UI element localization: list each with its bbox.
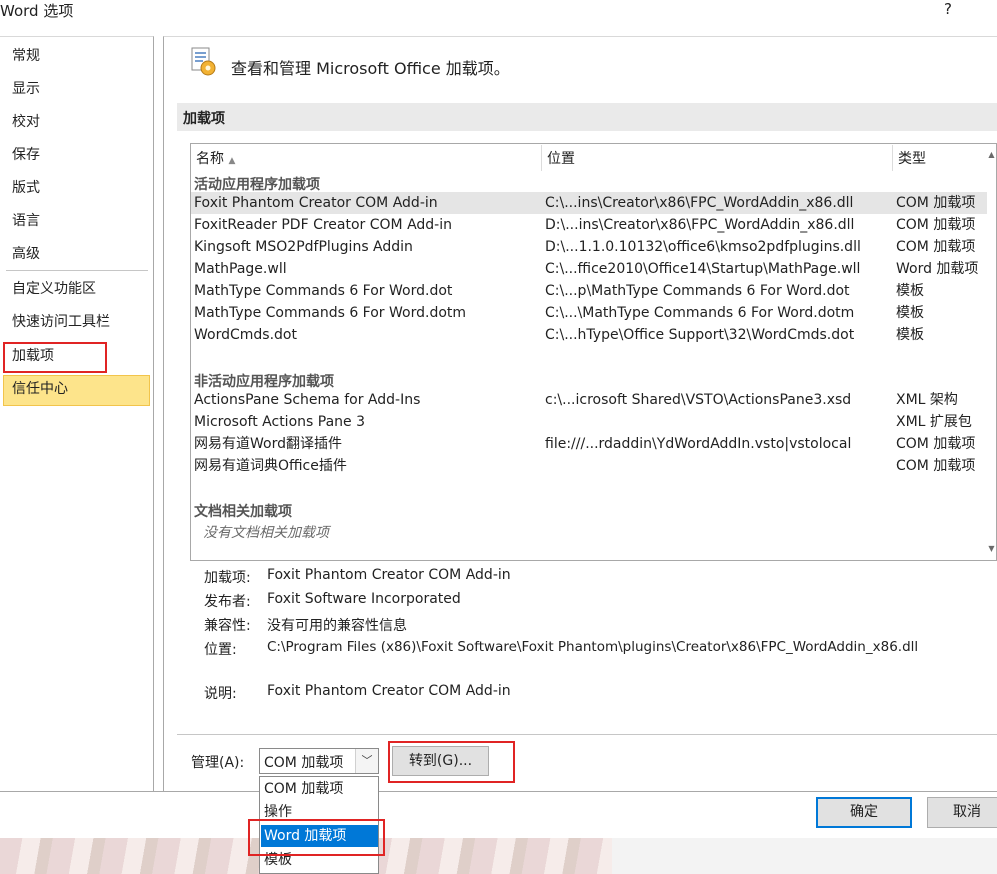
- column-header-location[interactable]: 位置: [547, 148, 575, 168]
- sort-asc-icon: ▲: [228, 156, 236, 166]
- cell-type: 模板: [896, 283, 924, 299]
- table-row[interactable]: WordCmds.dot C:\...hType\Office Support\…: [191, 324, 987, 346]
- cancel-button[interactable]: 取消: [927, 797, 997, 828]
- group-label-document: 文档相关加载项: [194, 504, 292, 520]
- annotation-box-addins: [3, 342, 107, 373]
- cell-name: MathType Commands 6 For Word.dotm: [194, 305, 467, 321]
- scroll-down-icon[interactable]: ▼: [986, 543, 997, 554]
- annotation-box-goto: [388, 741, 515, 783]
- dropdown-option-com[interactable]: COM 加载项: [261, 778, 378, 800]
- manage-select-value: COM 加载项: [264, 755, 344, 771]
- group-label-inactive: 非活动应用程序加载项: [194, 374, 334, 390]
- detail-label-location: 位置:: [204, 642, 237, 658]
- column-header-name[interactable]: 名称 ▲: [196, 148, 235, 168]
- section-label-addins: 加载项: [183, 111, 225, 127]
- column-divider[interactable]: [541, 145, 542, 171]
- cell-name: Foxit Phantom Creator COM Add-in: [194, 195, 438, 211]
- table-row[interactable]: 网易有道词典Office插件 COM 加载项: [191, 455, 987, 477]
- manage-select[interactable]: COM 加载项 ﹀: [259, 748, 379, 774]
- column-header-name-label: 名称: [196, 151, 224, 167]
- nav-item-language[interactable]: 语言: [12, 212, 40, 230]
- nav-item-layout[interactable]: 版式: [12, 179, 40, 197]
- cell-name: 网易有道Word翻译插件: [194, 436, 342, 452]
- separator: [177, 734, 997, 735]
- cell-type: COM 加载项: [896, 458, 976, 474]
- cell-location: C:\...ffice2010\Office14\Startup\MathPag…: [545, 261, 861, 277]
- window-title: Word 选项: [0, 2, 74, 20]
- detail-value-addin: Foxit Phantom Creator COM Add-in: [267, 567, 511, 583]
- cell-type: COM 加载项: [896, 195, 976, 211]
- cell-name: Microsoft Actions Pane 3: [194, 414, 365, 430]
- table-row[interactable]: MathType Commands 6 For Word.dotm C:\...…: [191, 302, 987, 324]
- table-row[interactable]: Microsoft Actions Pane 3 XML 扩展包: [191, 411, 987, 433]
- cell-type: Word 加载项: [896, 261, 979, 277]
- table-row[interactable]: 网易有道Word翻译插件 file:///...rdaddin\YdWordAd…: [191, 433, 987, 455]
- annotation-box-word-addins: [248, 819, 385, 856]
- cell-type: XML 架构: [896, 392, 958, 408]
- detail-value-location: C:\Program Files (x86)\Foxit Software\Fo…: [267, 639, 919, 655]
- help-button[interactable]: ?: [940, 0, 956, 18]
- cell-location: C:\...ins\Creator\x86\FPC_WordAddin_x86.…: [545, 195, 854, 211]
- nav-item-advanced[interactable]: 高级: [12, 245, 40, 263]
- detail-value-compat: 没有可用的兼容性信息: [267, 618, 407, 634]
- cell-name: MathPage.wll: [194, 261, 287, 277]
- detail-value-publisher: Foxit Software Incorporated: [267, 591, 461, 607]
- options-nav: 常规 显示 校对 保存 版式 语言 高级 自定义功能区 快速访问工具栏 加载项 …: [0, 36, 154, 791]
- nav-item-customize-ribbon[interactable]: 自定义功能区: [12, 280, 96, 298]
- cell-location: c:\...icrosoft Shared\VSTO\ActionsPane3.…: [545, 392, 852, 408]
- cell-type: COM 加载项: [896, 239, 976, 255]
- cell-location: C:\...\MathType Commands 6 For Word.dotm: [545, 305, 855, 321]
- scroll-up-icon[interactable]: ▲: [986, 149, 997, 160]
- nav-item-trust-center[interactable]: 信任中心: [12, 380, 68, 398]
- cell-name: FoxitReader PDF Creator COM Add-in: [194, 217, 452, 233]
- background-desktop: [612, 838, 997, 874]
- detail-label-compat: 兼容性:: [204, 618, 251, 634]
- cell-name: 网易有道词典Office插件: [194, 458, 347, 474]
- table-row[interactable]: Kingsoft MSO2PdfPlugins Addin D:\...1.1.…: [191, 236, 987, 258]
- cell-location: D:\...ins\Creator\x86\FPC_WordAddin_x86.…: [545, 217, 855, 233]
- nav-separator: [6, 270, 148, 271]
- detail-label-description: 说明:: [204, 686, 237, 702]
- detail-label-addin: 加载项:: [204, 570, 251, 586]
- table-row[interactable]: FoxitReader PDF Creator COM Add-in D:\..…: [191, 214, 987, 236]
- column-header-type[interactable]: 类型: [898, 148, 926, 168]
- table-row[interactable]: MathType Commands 6 For Word.dot C:\...p…: [191, 280, 987, 302]
- cell-type: COM 加载项: [896, 217, 976, 233]
- column-divider[interactable]: [892, 145, 893, 171]
- cell-name: WordCmds.dot: [194, 327, 297, 343]
- cell-type: 模板: [896, 305, 924, 321]
- table-row[interactable]: ActionsPane Schema for Add-Ins c:\...icr…: [191, 389, 987, 411]
- cell-location: file:///...rdaddin\YdWordAddIn.vsto|vsto…: [545, 436, 852, 452]
- list-scrollbar[interactable]: ▲ ▼: [986, 145, 997, 559]
- cell-location: C:\...hType\Office Support\32\WordCmds.d…: [545, 327, 855, 343]
- footer-separator: [0, 791, 997, 792]
- cell-name: Kingsoft MSO2PdfPlugins Addin: [194, 239, 413, 255]
- nav-item-save[interactable]: 保存: [12, 146, 40, 164]
- ok-button[interactable]: 确定: [816, 797, 912, 828]
- table-row[interactable]: MathPage.wll C:\...ffice2010\Office14\St…: [191, 258, 987, 280]
- manage-label: 管理(A):: [191, 755, 245, 771]
- cell-type: XML 扩展包: [896, 414, 972, 430]
- table-row[interactable]: Foxit Phantom Creator COM Add-in C:\...i…: [191, 192, 987, 214]
- detail-label-publisher: 发布者:: [204, 594, 251, 610]
- cell-name: ActionsPane Schema for Add-Ins: [194, 392, 421, 408]
- cell-name: MathType Commands 6 For Word.dot: [194, 283, 453, 299]
- page-header-text: 查看和管理 Microsoft Office 加载项。: [231, 59, 510, 78]
- cell-location: D:\...1.1.0.10132\office6\kmso2pdfplugin…: [545, 239, 861, 255]
- addins-gear-icon: [189, 46, 219, 78]
- nav-item-proofing[interactable]: 校对: [12, 113, 40, 131]
- nav-item-quick-access-toolbar[interactable]: 快速访问工具栏: [12, 313, 110, 331]
- nav-item-display[interactable]: 显示: [12, 80, 40, 98]
- empty-document-addins-note: 没有文档相关加载项: [203, 525, 329, 541]
- detail-value-description: Foxit Phantom Creator COM Add-in: [267, 683, 511, 699]
- cell-type: COM 加载项: [896, 436, 976, 452]
- chevron-down-icon[interactable]: ﹀: [355, 749, 378, 773]
- nav-item-general[interactable]: 常规: [12, 47, 40, 65]
- group-label-active: 活动应用程序加载项: [194, 177, 320, 193]
- cell-type: 模板: [896, 327, 924, 343]
- section-band: [177, 103, 997, 131]
- cell-location: C:\...p\MathType Commands 6 For Word.dot: [545, 283, 850, 299]
